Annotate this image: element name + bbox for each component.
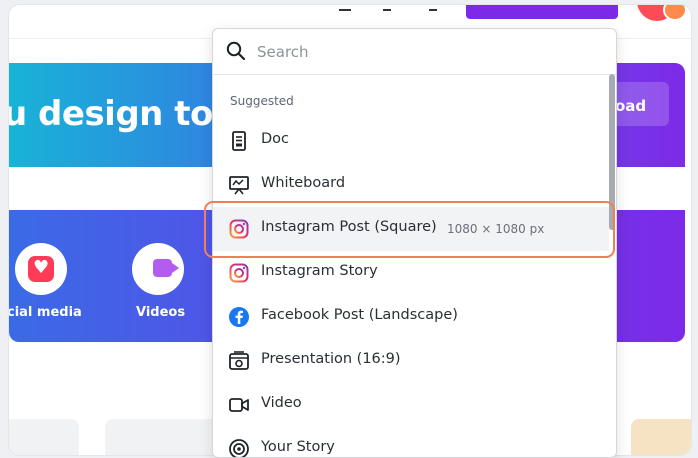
create-design-button[interactable] bbox=[466, 5, 618, 19]
hero-title: u design tod bbox=[8, 94, 237, 134]
heart-icon bbox=[28, 256, 54, 282]
settings-icon[interactable] bbox=[383, 5, 391, 11]
menu-item-label: Doc bbox=[261, 131, 290, 147]
instagram-icon bbox=[229, 263, 249, 283]
presentation-icon bbox=[229, 351, 249, 370]
menu-item-label: Facebook Post (Landscape) bbox=[261, 307, 458, 323]
section-heading: Suggested bbox=[230, 94, 294, 108]
template-card[interactable] bbox=[631, 419, 691, 455]
story-icon bbox=[229, 439, 249, 457]
menu-item-facebook-post[interactable]: Facebook Post (Landscape) bbox=[213, 295, 609, 339]
team-avatar[interactable] bbox=[663, 5, 687, 21]
menu-item-doc[interactable]: Doc bbox=[213, 119, 609, 163]
menu-item-presentation[interactable]: Presentation (16:9) bbox=[213, 339, 609, 383]
doc-icon bbox=[232, 131, 246, 151]
search-icon bbox=[226, 41, 246, 61]
whiteboard-icon bbox=[229, 176, 249, 195]
search-input[interactable] bbox=[257, 39, 597, 65]
search-bar bbox=[213, 29, 616, 75]
template-card[interactable] bbox=[9, 419, 79, 455]
menu-item-label: Presentation (16:9) bbox=[261, 351, 401, 367]
video-icon bbox=[153, 259, 179, 277]
category-label: Videos bbox=[136, 305, 186, 320]
menu-item-label: Video bbox=[261, 395, 302, 411]
highlight-callout bbox=[204, 201, 615, 258]
template-card[interactable] bbox=[105, 419, 225, 455]
menu-item-video[interactable]: Video bbox=[213, 383, 609, 427]
menu-item-your-story[interactable]: Your Story bbox=[213, 427, 609, 457]
video-icon bbox=[229, 398, 249, 412]
notifications-icon[interactable] bbox=[429, 5, 437, 11]
menu-item-label: Your Story bbox=[261, 439, 335, 455]
menu-item-label: Instagram Story bbox=[261, 263, 378, 279]
category-label: cial media bbox=[8, 305, 82, 320]
menu-item-label: Whiteboard bbox=[261, 175, 346, 191]
facebook-icon bbox=[229, 307, 249, 327]
help-icon[interactable] bbox=[339, 5, 351, 11]
upload-button[interactable]: oad bbox=[609, 82, 669, 126]
